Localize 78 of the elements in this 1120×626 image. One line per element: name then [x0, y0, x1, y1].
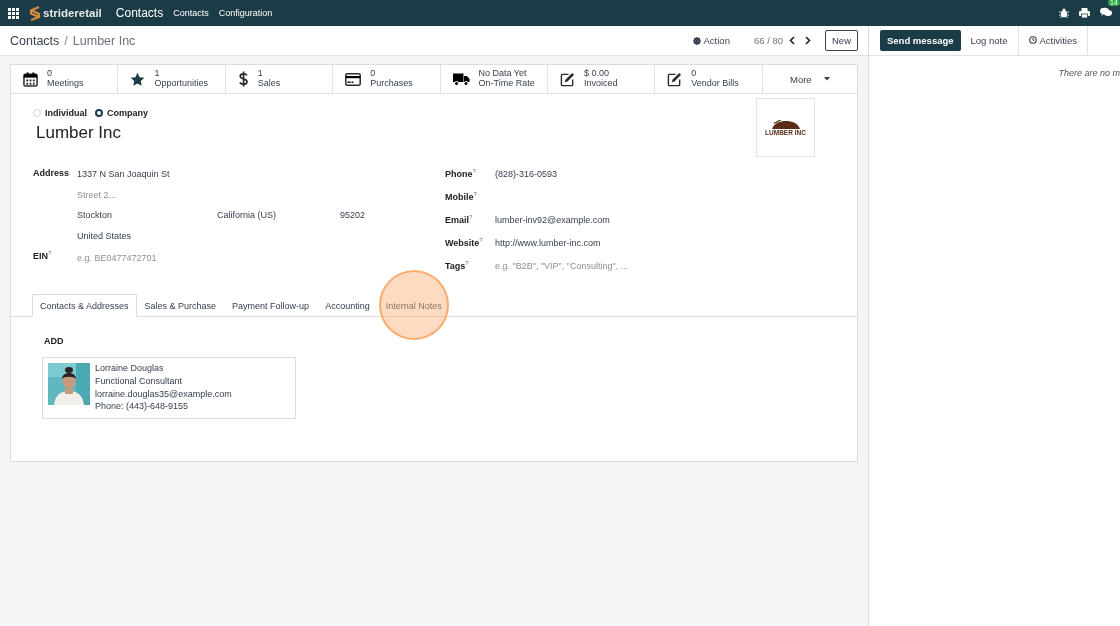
input-field[interactable]: lumber-inv92@example.com: [495, 214, 610, 225]
caret-icon: [823, 77, 830, 81]
stat-value: 0: [370, 69, 377, 79]
breadcrumb-current: Lumber Inc: [72, 33, 136, 48]
stat-value: 1: [257, 69, 264, 79]
stat-label: Meetings: [47, 79, 84, 89]
app-title[interactable]: Contacts: [115, 6, 164, 20]
action-menu[interactable]: Action: [692, 35, 730, 46]
chat-icon[interactable]: [1100, 7, 1112, 17]
menu-item[interactable]: Contacts: [173, 8, 209, 18]
edit-icon: [559, 71, 575, 87]
stat-label: Opportunities: [154, 79, 208, 89]
city-field[interactable]: Stockton: [77, 210, 217, 230]
stat-value: 0: [47, 69, 53, 79]
contact-function: Functional Consultant: [95, 375, 184, 387]
log-note-button[interactable]: Log note: [960, 26, 1018, 55]
stat-label: On-Time Rate: [478, 79, 535, 89]
tab[interactable]: Contacts & Addresses: [32, 294, 137, 317]
bug-icon[interactable]: [1059, 8, 1069, 18]
stat-value: 1: [154, 69, 161, 79]
field-label: Tags$^{?}$: [445, 260, 470, 271]
tab[interactable]: Accounting: [317, 294, 378, 317]
street-field[interactable]: 1337 N San Joaquin St: [77, 168, 366, 189]
logo-icon: [29, 5, 41, 21]
pager-value: 66 / 80: [753, 35, 783, 46]
truck-icon: [452, 72, 470, 86]
tags-field[interactable]: e.g. "B2B", "VIP", "Consulting", ...: [495, 260, 629, 271]
clock-icon: [1028, 36, 1037, 44]
zip-field[interactable]: 95202: [340, 210, 366, 230]
state-field[interactable]: California (US): [217, 210, 340, 230]
stat-label: Vendor Bills: [691, 79, 739, 89]
send-message-button[interactable]: Send message: [880, 30, 961, 51]
brand-name: strideretail: [43, 7, 102, 19]
field-label: Email$^{?}$: [445, 214, 474, 225]
stat-label: Purchases: [370, 79, 413, 89]
new-button[interactable]: New: [825, 30, 858, 51]
contact-name: Lorraine Douglas: [95, 363, 165, 374]
credit-card-icon: [345, 72, 362, 86]
breadcrumb-separator: /: [64, 33, 68, 48]
contact-card[interactable]: Lorraine Douglas Functional Consultant lorraine.douglas35@example.com Phone: (443)-648-9155: [42, 357, 296, 419]
radio-label[interactable]: Individual: [45, 108, 87, 118]
tab[interactable]: Internal Notes: [377, 294, 450, 317]
radio-label[interactable]: Company: [107, 108, 149, 118]
empty-message: There are no m: [1057, 68, 1120, 78]
input-field[interactable]: (828)-316-0593: [495, 168, 558, 179]
add-link[interactable]: ADD: [44, 336, 64, 346]
stat-value: No Data Yet: [478, 69, 528, 79]
input-field[interactable]: http://www.lumber-inc.com: [495, 237, 601, 248]
calendar-icon: [23, 71, 38, 87]
previous-icon[interactable]: [789, 36, 795, 45]
star-icon: [130, 71, 146, 87]
printer-icon[interactable]: [1079, 8, 1090, 18]
field-label: Phone$^{?}$: [445, 168, 477, 179]
breadcrumb-link[interactable]: Contacts: [10, 33, 60, 48]
menu-item[interactable]: Configuration: [218, 8, 273, 18]
gear-icon: [692, 36, 701, 45]
dollar-icon: [237, 71, 249, 87]
field-label: Address: [33, 168, 70, 178]
apps-menu-icon[interactable]: [8, 7, 19, 19]
contact-phone: Phone: (443)-648-9155: [95, 401, 190, 413]
activities-button[interactable]: Activities: [1017, 26, 1088, 55]
tab[interactable]: Payment Follow-up: [224, 294, 318, 317]
field-label: Mobile$^{?}$: [445, 191, 478, 202]
field-label: EIN$^{?}$: [33, 250, 53, 261]
stat-value: 0: [691, 69, 698, 79]
radio-button[interactable]: [95, 109, 103, 117]
field-label: Website$^{?}$: [445, 237, 484, 248]
stat-value: $ 0.00: [583, 69, 610, 79]
country-field[interactable]: United States: [77, 229, 366, 250]
next-icon[interactable]: [805, 36, 811, 45]
stat-label: Sales: [257, 79, 281, 89]
company-name: Lumber Inc: [36, 123, 123, 143]
street2-field[interactable]: Street 2...: [77, 188, 366, 209]
tab[interactable]: Sales & Purchase: [136, 294, 225, 317]
edit-icon: [667, 71, 683, 87]
contact-email: lorraine.douglas35@example.com: [95, 388, 232, 400]
stat-label: Invoiced: [583, 79, 618, 89]
ein-field[interactable]: e.g. BE0477472701: [77, 250, 157, 263]
